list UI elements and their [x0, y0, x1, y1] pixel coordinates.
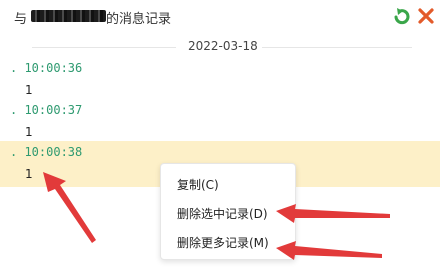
title-bar: 与 的消息记录: [0, 0, 440, 32]
message-text[interactable]: 1: [25, 83, 33, 97]
separator-line-left: [32, 47, 176, 48]
context-menu: 复制(C) 删除选中记录(D) 删除更多记录(M): [160, 163, 296, 260]
separator-line-right: [262, 47, 412, 48]
menu-item-copy[interactable]: 复制(C): [177, 176, 219, 193]
close-icon[interactable]: [416, 6, 436, 26]
message-time: . 10:00:36: [10, 61, 83, 75]
window-title-prefix: 与: [14, 12, 28, 27]
message-text[interactable]: 1: [25, 167, 33, 181]
date-separator: 2022-03-18: [0, 38, 440, 56]
menu-item-delete-selected[interactable]: 删除选中记录(D): [177, 205, 268, 222]
message-time: . 10:00:37: [10, 103, 83, 117]
refresh-icon[interactable]: [392, 6, 412, 26]
menu-item-delete-more[interactable]: 删除更多记录(M): [177, 234, 269, 251]
redacted-contact-name: [31, 10, 106, 22]
date-label: 2022-03-18: [188, 39, 258, 53]
message-text[interactable]: 1: [25, 125, 33, 139]
window-title-suffix: 的消息记录: [106, 12, 172, 27]
message-time: . 10:00:38: [10, 145, 83, 159]
